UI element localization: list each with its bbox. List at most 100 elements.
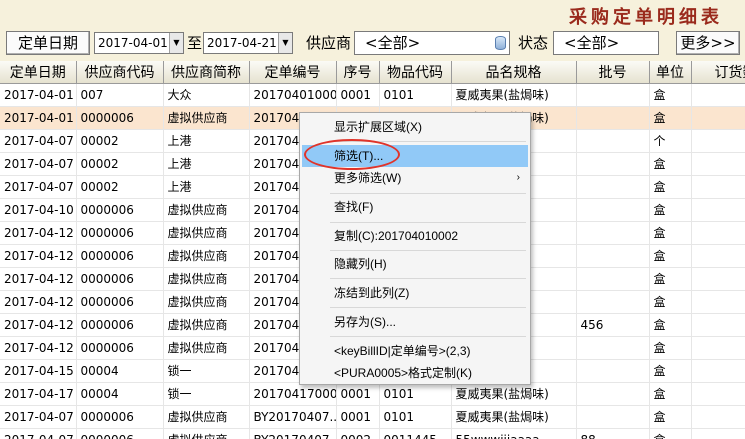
table-cell[interactable]: BY20170407... <box>249 428 337 439</box>
table-cell[interactable]: 盒 <box>649 428 692 439</box>
table-cell[interactable]: 0001 <box>336 83 380 107</box>
more-button[interactable]: 更多>> <box>676 31 740 55</box>
table-cell[interactable]: 88 <box>576 428 650 439</box>
table-cell[interactable] <box>691 198 745 222</box>
column-header[interactable]: 定单编号 <box>249 61 337 84</box>
table-cell[interactable]: 2017-04-12 <box>0 336 77 360</box>
table-cell[interactable]: 盒 <box>649 359 692 383</box>
table-cell[interactable]: 0000006 <box>76 198 164 222</box>
table-cell[interactable]: 0011445 <box>379 428 452 439</box>
table-cell[interactable]: 锁一 <box>163 382 250 406</box>
column-header[interactable]: 品名规格 <box>451 61 577 84</box>
table-cell[interactable]: 2017-04-01 <box>0 106 77 130</box>
table-cell[interactable] <box>691 336 745 360</box>
table-cell[interactable]: 0001 <box>336 405 380 429</box>
table-cell[interactable] <box>576 290 650 314</box>
table-cell[interactable]: 0000006 <box>76 267 164 291</box>
table-cell[interactable] <box>691 129 745 153</box>
table-cell[interactable]: 盒 <box>649 405 692 429</box>
supplier-selector[interactable]: <全部> <box>354 31 510 55</box>
column-header[interactable]: 供应商简称 <box>163 61 250 84</box>
table-cell[interactable]: 虚拟供应商 <box>163 313 250 337</box>
table-cell[interactable]: 456 <box>576 313 650 337</box>
table-cell[interactable]: 0000006 <box>76 428 164 439</box>
table-cell[interactable]: 2017-04-12 <box>0 221 77 245</box>
table-cell[interactable]: 2017-04-07 <box>0 175 77 199</box>
table-cell[interactable]: 上港 <box>163 129 250 153</box>
table-cell[interactable] <box>576 152 650 176</box>
date-to-dropdown-icon[interactable]: ▼ <box>278 33 292 53</box>
menu-item-more-filters[interactable]: 更多筛选(W) › <box>302 167 528 189</box>
table-cell[interactable]: 2017-04-07 <box>0 129 77 153</box>
table-cell[interactable]: 0001 <box>336 382 380 406</box>
table-cell[interactable] <box>691 152 745 176</box>
table-cell[interactable]: 盒 <box>649 382 692 406</box>
table-cell[interactable]: 00004 <box>76 359 164 383</box>
table-row[interactable]: 2017-04-01 007 大众 201704010001 0001 0101 夏威夷果(… <box>0 83 745 107</box>
table-cell[interactable]: 虚拟供应商 <box>163 336 250 360</box>
table-cell[interactable] <box>576 198 650 222</box>
table-cell[interactable] <box>576 336 650 360</box>
column-header[interactable]: 订货数 <box>691 61 745 84</box>
column-header[interactable]: 单位 <box>649 61 692 84</box>
table-cell[interactable] <box>691 313 745 337</box>
table-cell[interactable]: 虚拟供应商 <box>163 106 250 130</box>
table-cell[interactable]: 盒 <box>649 175 692 199</box>
table-cell[interactable]: 虚拟供应商 <box>163 405 250 429</box>
column-header[interactable]: 物品代码 <box>379 61 452 84</box>
table-cell[interactable] <box>576 244 650 268</box>
table-cell[interactable]: 虚拟供应商 <box>163 290 250 314</box>
table-cell[interactable]: 盒 <box>649 290 692 314</box>
table-cell[interactable]: 盒 <box>649 83 692 107</box>
table-cell[interactable]: 盒 <box>649 336 692 360</box>
table-cell[interactable]: 盒 <box>649 106 692 130</box>
column-header[interactable]: 批号 <box>576 61 650 84</box>
date-from-dropdown-icon[interactable]: ▼ <box>169 33 183 53</box>
column-header[interactable]: 供应商代码 <box>76 61 164 84</box>
table-cell[interactable]: 0101 <box>379 405 452 429</box>
table-cell[interactable]: 0000006 <box>76 244 164 268</box>
table-cell[interactable] <box>576 83 650 107</box>
table-cell[interactable]: 个 <box>649 129 692 153</box>
table-cell[interactable]: 00002 <box>76 152 164 176</box>
table-cell[interactable]: 盒 <box>649 221 692 245</box>
table-cell[interactable]: 007 <box>76 83 164 107</box>
table-cell[interactable]: 2017-04-12 <box>0 267 77 291</box>
status-selector[interactable]: <全部> <box>553 31 659 55</box>
table-cell[interactable]: 2017-04-15 <box>0 359 77 383</box>
database-icon[interactable] <box>495 36 506 50</box>
table-cell[interactable] <box>576 267 650 291</box>
table-cell[interactable] <box>691 244 745 268</box>
table-cell[interactable] <box>691 405 745 429</box>
table-cell[interactable]: 0000006 <box>76 313 164 337</box>
table-cell[interactable]: 2017-04-12 <box>0 290 77 314</box>
table-cell[interactable]: BY20170407... <box>249 405 337 429</box>
date-filter-button[interactable]: 定单日期 <box>6 31 90 55</box>
table-cell[interactable] <box>576 129 650 153</box>
table-cell[interactable]: 2017-04-01 <box>0 83 77 107</box>
table-row[interactable]: 2017-04-07 0000006 虚拟供应商 BY20170407... 0001 0… <box>0 405 745 429</box>
table-cell[interactable] <box>691 175 745 199</box>
table-cell[interactable]: 2017-04-12 <box>0 244 77 268</box>
table-cell[interactable] <box>576 221 650 245</box>
table-cell[interactable] <box>691 221 745 245</box>
table-cell[interactable] <box>691 382 745 406</box>
table-cell[interactable] <box>691 290 745 314</box>
column-header[interactable]: 定单日期 <box>0 61 77 84</box>
table-cell[interactable]: 55wwwiiiaaaa <box>451 428 577 439</box>
table-cell[interactable]: 0101 <box>379 382 452 406</box>
table-cell[interactable]: 00002 <box>76 129 164 153</box>
table-cell[interactable]: 00002 <box>76 175 164 199</box>
table-cell[interactable]: 虚拟供应商 <box>163 244 250 268</box>
table-cell[interactable]: 2017-04-17 <box>0 382 77 406</box>
date-from-picker[interactable]: 2017-04-01 ▼ <box>94 32 184 54</box>
date-to-picker[interactable]: 2017-04-21 ▼ <box>203 32 293 54</box>
table-cell[interactable] <box>691 267 745 291</box>
table-cell[interactable]: 虚拟供应商 <box>163 198 250 222</box>
table-cell[interactable]: 上港 <box>163 175 250 199</box>
menu-item-key-info[interactable]: <keyBillID|定单编号>(2,3) <box>302 340 528 362</box>
table-cell[interactable]: 2017-04-10 <box>0 198 77 222</box>
table-cell[interactable] <box>576 359 650 383</box>
table-cell[interactable]: 2017-04-07 <box>0 405 77 429</box>
menu-item-freeze-column[interactable]: 冻结到此列(Z) <box>302 282 528 304</box>
